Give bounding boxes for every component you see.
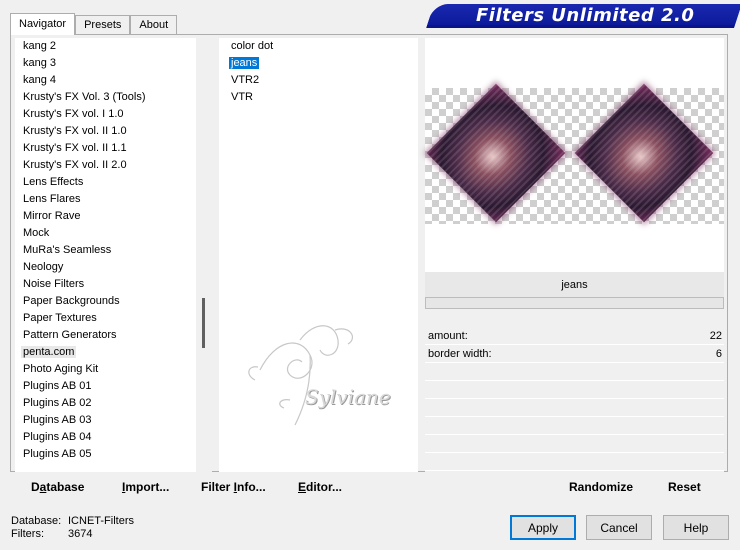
scrollbar-thumb[interactable]	[202, 298, 205, 348]
tab-presets[interactable]: Presets	[75, 15, 131, 35]
filter-item[interactable]: VTR2	[219, 72, 418, 89]
preview-diamond-right	[574, 83, 714, 223]
category-item[interactable]: kang 3	[15, 55, 212, 72]
category-item[interactable]: Lens Effects	[15, 174, 212, 191]
param-row-empty	[425, 435, 724, 453]
category-item[interactable]: Paper Textures	[15, 310, 212, 327]
filters-count: 3674	[68, 528, 93, 540]
param-row-empty	[425, 453, 724, 471]
category-item[interactable]: Krusty's FX Vol. 3 (Tools)	[15, 89, 212, 106]
left-button-bar: Database Import... Filter Info... Editor…	[15, 474, 418, 498]
database-value: ICNET-Filters	[68, 515, 134, 527]
category-item[interactable]: Plugins AB 03	[15, 412, 212, 429]
apply-button[interactable]: Apply	[510, 515, 576, 540]
help-button[interactable]: Help	[663, 515, 729, 540]
database-button[interactable]: Database	[31, 480, 84, 494]
status-area: Database: ICNET-Filters Filters: 3674	[11, 515, 134, 541]
category-item[interactable]: Photo Aging Kit	[15, 361, 212, 378]
category-item[interactable]: Plugins AB 01	[15, 378, 212, 395]
filter-item[interactable]: VTR	[219, 89, 418, 106]
preview-diamond-left	[426, 83, 566, 223]
category-item[interactable]: Plugins AB 05	[15, 446, 212, 463]
tab-navigator[interactable]: Navigator	[10, 13, 76, 35]
filter-info-button[interactable]: Filter Info...	[201, 480, 266, 494]
category-item[interactable]: kang 4	[15, 72, 212, 89]
watermark-text: Sylviane	[305, 385, 391, 409]
database-label: Database:	[11, 515, 62, 527]
category-item[interactable]: Mirror Rave	[15, 208, 212, 225]
category-item[interactable]: kang 2	[15, 38, 212, 55]
param-row-empty	[425, 381, 724, 399]
reset-button[interactable]: Reset	[668, 480, 701, 494]
param-row-empty	[425, 363, 724, 381]
right-button-bar: Randomize Reset	[425, 474, 724, 498]
preview-image	[425, 83, 724, 224]
category-item[interactable]: Pattern Generators	[15, 327, 212, 344]
filter-item[interactable]: jeans	[219, 55, 418, 72]
watermark-flourish	[248, 325, 353, 426]
parameter-panel: amount: 22 border width: 6	[425, 310, 724, 472]
param-label: amount:	[428, 330, 468, 342]
category-item[interactable]: Mock	[15, 225, 212, 242]
tab-strip: Navigator Presets About	[10, 13, 178, 35]
param-value[interactable]: 22	[710, 327, 722, 344]
category-item[interactable]: Paper Backgrounds	[15, 293, 212, 310]
category-item[interactable]: Plugins AB 02	[15, 395, 212, 412]
category-item[interactable]: penta.com	[15, 344, 212, 361]
category-item[interactable]: Krusty's FX vol. I 1.0	[15, 106, 212, 123]
category-item[interactable]: Lens Flares	[15, 191, 212, 208]
category-scrollbar[interactable]	[196, 38, 212, 472]
preview-area	[425, 38, 724, 272]
category-list[interactable]: kang 2 kang 3 kang 4 Krusty's FX Vol. 3 (To…	[15, 38, 212, 472]
param-row-empty	[425, 399, 724, 417]
randomize-button[interactable]: Randomize	[569, 480, 633, 494]
filters-label: Filters:	[11, 528, 44, 540]
category-item[interactable]: Krusty's FX vol. II 1.1	[15, 140, 212, 157]
category-item[interactable]: Krusty's FX vol. II 2.0	[15, 157, 212, 174]
param-row[interactable]: border width: 6	[425, 345, 724, 363]
param-value[interactable]: 6	[716, 345, 722, 362]
param-label: border width:	[428, 348, 492, 360]
progress-bar	[425, 297, 724, 309]
import-button[interactable]: Import...	[122, 480, 169, 494]
category-item[interactable]: Plugins AB 04	[15, 429, 212, 446]
category-item[interactable]: Krusty's FX vol. II 1.0	[15, 123, 212, 140]
cancel-button[interactable]: Cancel	[586, 515, 652, 540]
editor-button[interactable]: Editor...	[298, 480, 342, 494]
app-title: Filters Unlimited 2.0	[476, 5, 695, 26]
param-row[interactable]: amount: 22	[425, 327, 724, 345]
filter-item[interactable]: color dot	[219, 38, 418, 55]
param-row-empty	[425, 417, 724, 435]
filter-name-label: jeans	[425, 272, 724, 298]
category-item[interactable]: MuRa's Seamless	[15, 242, 212, 259]
category-item[interactable]: Neology	[15, 259, 212, 276]
tab-about[interactable]: About	[130, 15, 178, 35]
category-item[interactable]: Noise Filters	[15, 276, 212, 293]
